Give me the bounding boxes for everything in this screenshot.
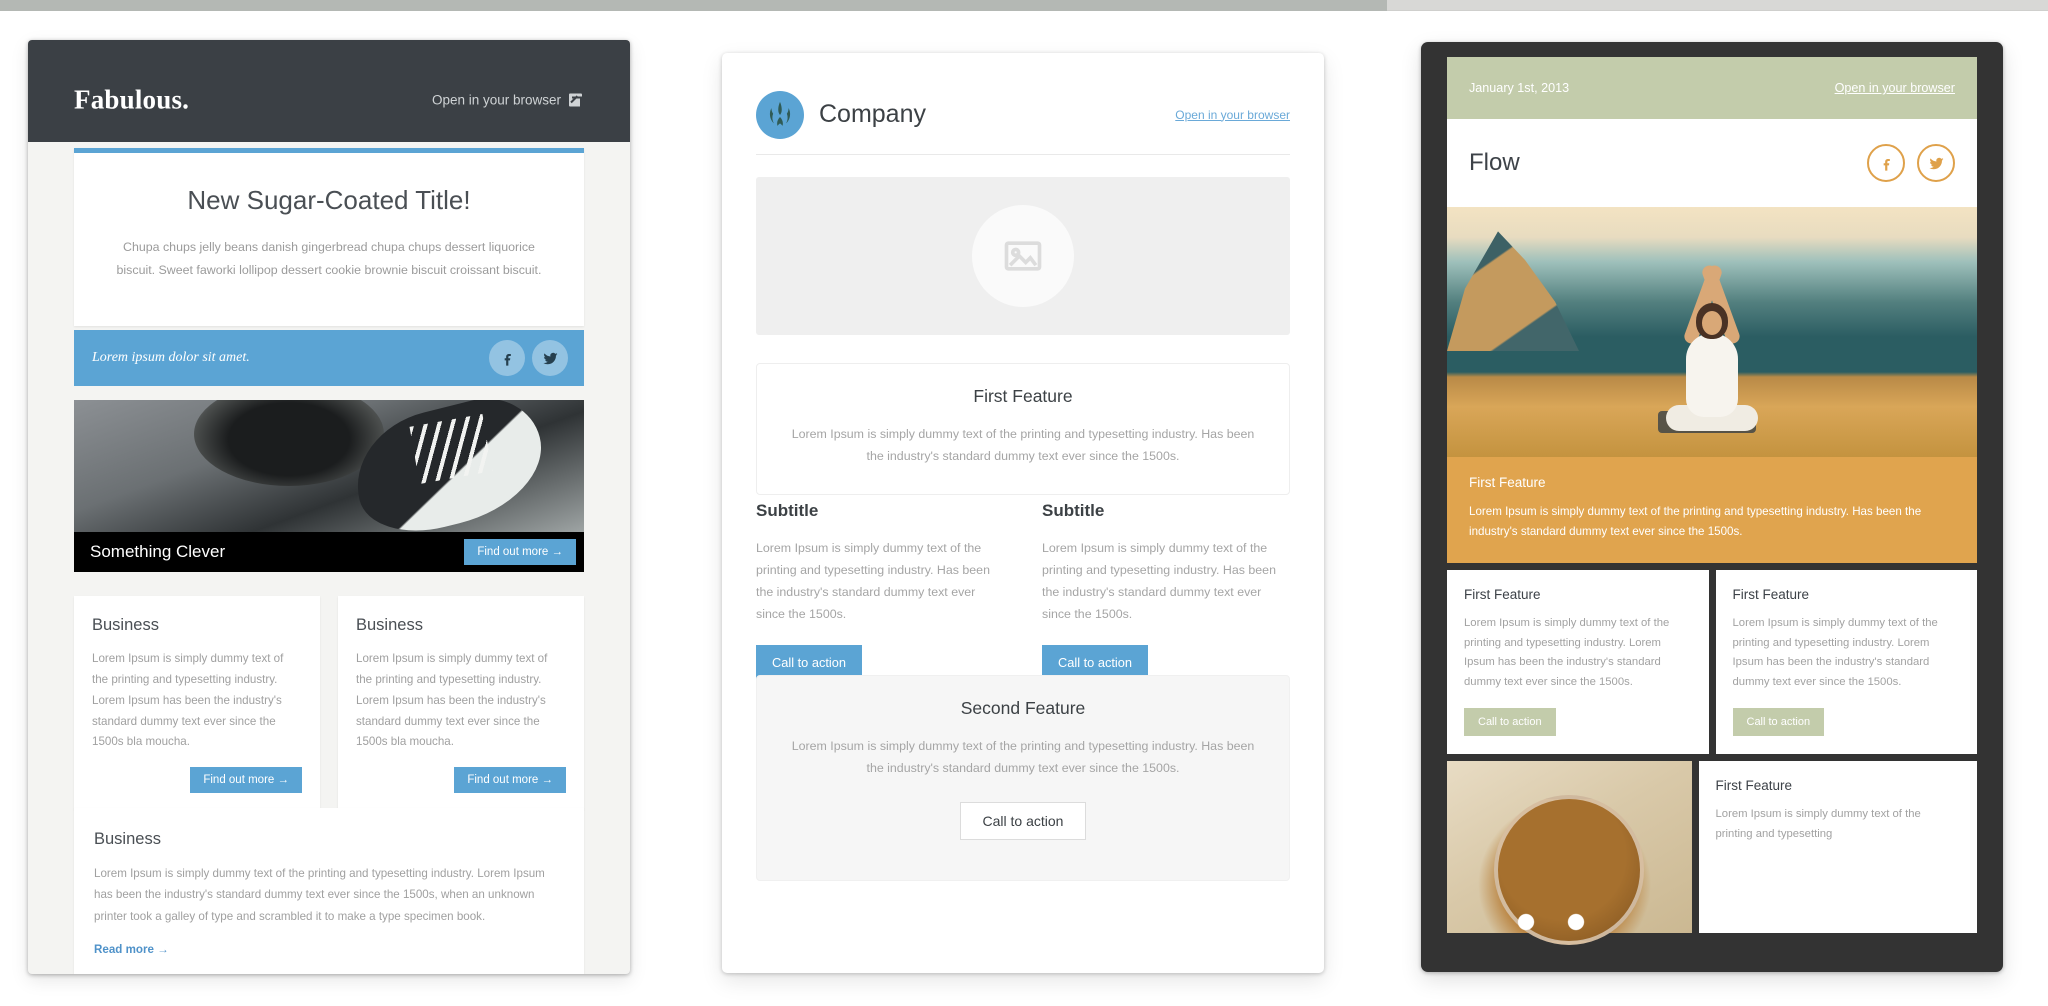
column-body: Lorem Ipsum is simply dummy text of the … bbox=[1042, 541, 1276, 622]
horizontal-scrollbar[interactable] bbox=[0, 0, 2048, 11]
yoga-person-shape bbox=[1652, 249, 1772, 439]
flow-card-2[interactable]: First Feature Lorem Ipsum is simply dumm… bbox=[1715, 570, 1977, 755]
flower-shape-2 bbox=[1559, 911, 1593, 934]
template-gallery: Fabulous. Open in your browser New Sugar… bbox=[0, 11, 2048, 1006]
card-body: Lorem Ipsum is simply dummy text of the … bbox=[1732, 617, 1938, 688]
card-title: Business bbox=[356, 616, 423, 634]
orange-feature-title: First Feature bbox=[1469, 475, 1546, 490]
first-feature-body: Lorem Ipsum is simply dummy text of the … bbox=[791, 427, 1255, 464]
company-image-placeholder bbox=[756, 177, 1290, 335]
card-title: First Feature bbox=[1464, 587, 1541, 603]
fabulous-card-1-button[interactable]: Find out more → bbox=[190, 767, 302, 794]
rebel-emblem-logo-icon bbox=[756, 90, 804, 139]
column-title: Subtitle bbox=[756, 501, 819, 520]
card-button-row: Find out more → bbox=[356, 767, 566, 794]
card-body: Lorem Ipsum is simply dummy text of the … bbox=[356, 652, 548, 749]
company-header: Company Open in your browser bbox=[756, 75, 1290, 155]
fabulous-hero-title: New Sugar-Coated Title! bbox=[187, 185, 471, 215]
flow-inner-frame: January 1st, 2013 Open in your browser F… bbox=[1447, 57, 1977, 972]
flow-open-in-browser-link[interactable]: Open in your browser bbox=[1835, 81, 1955, 95]
fabulous-card-1[interactable]: Business Lorem Ipsum is simply dummy tex… bbox=[74, 596, 320, 810]
company-open-in-browser-link[interactable]: Open in your browser bbox=[1175, 108, 1290, 122]
fabulous-photo-caption-bar: Something Clever Find out more → bbox=[74, 532, 584, 572]
card-body: Lorem Ipsum is simply dummy text of the … bbox=[1464, 617, 1670, 688]
twitter-icon[interactable] bbox=[1917, 144, 1955, 182]
flow-title: Flow bbox=[1469, 149, 1520, 176]
card-title: First Feature bbox=[1732, 587, 1810, 603]
email-template-fabulous[interactable]: Fabulous. Open in your browser New Sugar… bbox=[28, 40, 630, 974]
column-body: Lorem Ipsum is simply dummy text of the … bbox=[756, 541, 990, 622]
wide-card-body: Lorem Ipsum is simply dummy text of the … bbox=[94, 867, 545, 923]
rock-formation-shape bbox=[1447, 231, 1579, 351]
external-link-icon bbox=[569, 93, 582, 107]
second-feature-body: Lorem Ipsum is simply dummy text of the … bbox=[791, 739, 1255, 776]
fabulous-hero-panel: New Sugar-Coated Title! Chupa chups jell… bbox=[74, 148, 584, 326]
image-icon bbox=[1004, 241, 1042, 271]
fabulous-read-more-link[interactable]: Read more → bbox=[94, 943, 169, 956]
placeholder-circle bbox=[972, 205, 1074, 307]
flow-card-1-call-to-action-button[interactable]: Call to action bbox=[1464, 708, 1556, 737]
email-template-company[interactable]: Company Open in your browser First Featu… bbox=[722, 53, 1324, 973]
wide-card-title: Business bbox=[94, 830, 161, 848]
flow-two-column-cards: First Feature Lorem Ipsum is simply dumm… bbox=[1447, 570, 1977, 755]
flow-bottom-row: First Feature Lorem Ipsum is simply dumm… bbox=[1447, 761, 1977, 946]
company-column-2: Subtitle Lorem Ipsum is simply dummy tex… bbox=[1042, 501, 1290, 681]
flow-card-3[interactable]: First Feature Lorem Ipsum is simply dumm… bbox=[1698, 761, 1977, 934]
second-feature-title: Second Feature bbox=[960, 698, 1086, 718]
card-button-row: Find out more → bbox=[92, 767, 302, 794]
horizontal-scroll-thumb[interactable] bbox=[0, 0, 1387, 11]
fabulous-social-bar-text: Lorem ipsum dolor sit amet. bbox=[92, 350, 250, 365]
flow-orange-feature: First Feature Lorem Ipsum is simply dumm… bbox=[1447, 457, 1977, 564]
company-two-columns: Subtitle Lorem Ipsum is simply dummy tex… bbox=[756, 501, 1290, 681]
cat-and-sneaker-photo bbox=[74, 400, 584, 546]
fabulous-card-2[interactable]: Business Lorem Ipsum is simply dummy tex… bbox=[338, 596, 584, 810]
fabulous-brand-logo: Fabulous. bbox=[74, 84, 190, 115]
company-second-feature-panel: Second Feature Lorem Ipsum is simply dum… bbox=[756, 675, 1290, 881]
card-body: Lorem Ipsum is simply dummy text of the … bbox=[92, 652, 284, 749]
flow-card-1[interactable]: First Feature Lorem Ipsum is simply dumm… bbox=[1447, 570, 1709, 755]
fabulous-open-in-browser-link[interactable]: Open in your browser bbox=[432, 93, 582, 108]
fabulous-photo-caption: Something Clever bbox=[90, 542, 226, 561]
orange-feature-body: Lorem Ipsum is simply dummy text of the … bbox=[1469, 505, 1922, 538]
flow-date: January 1st, 2013 bbox=[1469, 81, 1570, 95]
fabulous-two-column-cards: Business Lorem Ipsum is simply dummy tex… bbox=[74, 596, 584, 810]
torso-shape bbox=[1686, 333, 1738, 417]
flow-card-2-call-to-action-button[interactable]: Call to action bbox=[1732, 708, 1825, 737]
cat-shape bbox=[194, 400, 384, 486]
facebook-icon[interactable] bbox=[1867, 144, 1905, 182]
fabulous-hero-body: Chupa chups jelly beans danish gingerbre… bbox=[116, 240, 542, 277]
fabulous-wide-card[interactable]: Business Lorem Ipsum is simply dummy tex… bbox=[74, 808, 584, 974]
facebook-icon[interactable] bbox=[489, 340, 525, 376]
head-shape bbox=[1696, 303, 1728, 339]
company-first-feature-panel: First Feature Lorem Ipsum is simply dumm… bbox=[756, 363, 1290, 495]
flow-title-bar: Flow bbox=[1447, 119, 1977, 207]
first-feature-title: First Feature bbox=[973, 386, 1073, 406]
fabulous-social-bar: Lorem ipsum dolor sit amet. bbox=[74, 330, 584, 386]
twitter-icon[interactable] bbox=[532, 340, 568, 376]
card-title: First Feature bbox=[1715, 778, 1793, 794]
company-second-feature-call-to-action-button[interactable]: Call to action bbox=[959, 801, 1087, 840]
flow-date-bar: January 1st, 2013 Open in your browser bbox=[1447, 57, 1977, 119]
card-body: Lorem Ipsum is simply dummy text of the … bbox=[1715, 808, 1921, 840]
email-template-flow[interactable]: January 1st, 2013 Open in your browser F… bbox=[1421, 42, 2003, 972]
flower-shape-1 bbox=[1509, 911, 1543, 934]
column-title: Subtitle bbox=[1042, 501, 1105, 520]
fabulous-photo-block: Something Clever Find out more → bbox=[74, 400, 584, 572]
fabulous-photo-find-out-more-button[interactable]: Find out more → bbox=[464, 539, 576, 565]
coffee-cup-photo bbox=[1447, 761, 1692, 946]
flow-hero-photo bbox=[1447, 207, 1977, 457]
fabulous-card-2-button[interactable]: Find out more → bbox=[454, 767, 566, 794]
company-column-1: Subtitle Lorem Ipsum is simply dummy tex… bbox=[756, 501, 1004, 681]
company-name: Company bbox=[819, 100, 926, 128]
open-in-browser-label: Open in your browser bbox=[431, 92, 561, 108]
card-title: Business bbox=[92, 616, 159, 634]
